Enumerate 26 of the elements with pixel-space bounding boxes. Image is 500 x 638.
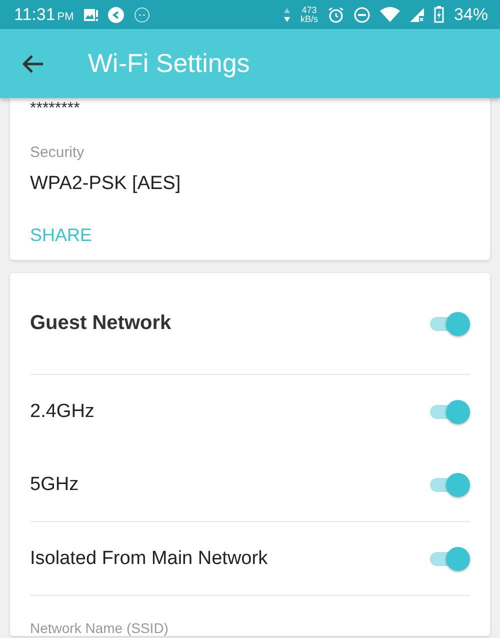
battery-percent: 34% — [454, 4, 488, 24]
toggle-switch[interactable] — [430, 546, 470, 570]
setting-label: 2.4GHz — [30, 400, 94, 422]
do-not-disturb-icon — [354, 6, 370, 22]
toggle-switch[interactable] — [430, 472, 470, 496]
share-button[interactable]: SHARE — [30, 225, 92, 246]
back-button[interactable] — [22, 54, 44, 74]
data-arrows-icon — [284, 8, 290, 22]
signal-icon — [410, 8, 424, 22]
network-speed: 473 kB/s — [300, 6, 318, 24]
alarm-icon — [328, 6, 344, 22]
toggle-switch[interactable] — [430, 400, 470, 424]
battery-icon — [434, 6, 444, 23]
image-icon — [84, 8, 98, 20]
toggle-switch[interactable] — [430, 312, 470, 336]
security-value: WPA2-PSK [AES] — [30, 173, 182, 195]
password-value: ******** — [30, 100, 81, 119]
screen-title: Wi‑Fi Settings — [88, 48, 250, 79]
setting-label: Isolated From Main Network — [30, 548, 268, 570]
dots-circle-icon — [134, 6, 150, 22]
clock-time: 11:31 PM — [14, 4, 74, 24]
field-label: Network Name (SSID) — [30, 620, 168, 636]
setting-label: Guest Network — [30, 312, 172, 335]
wifi-icon — [380, 7, 400, 22]
security-label: Security — [30, 144, 86, 161]
setting-label: 5GHz — [30, 474, 79, 496]
